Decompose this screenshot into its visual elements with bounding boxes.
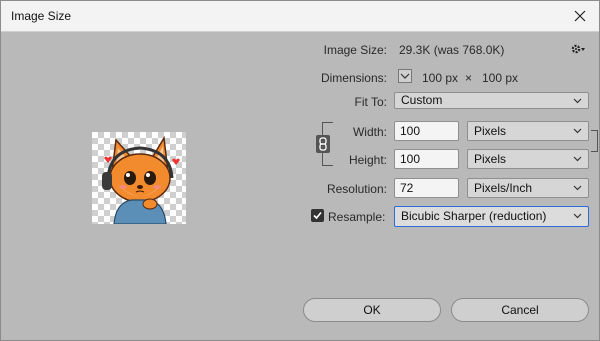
link-bracket-top [322,122,333,135]
width-input[interactable]: 100 [394,121,459,141]
gear-icon[interactable] [570,42,586,56]
fit-to-selected: Custom [401,93,443,107]
fit-to-label: Fit To: [354,95,387,109]
chevron-down-icon [573,98,582,104]
resample-method-selected: Bicubic Sharper (reduction) [401,209,547,223]
resample-method-select[interactable]: Bicubic Sharper (reduction) [394,206,589,227]
width-label: Width: [352,125,387,139]
fox-character-image [102,135,180,224]
width-unit-select[interactable]: Pixels [467,121,589,141]
dimensions-width: 100 px [422,71,459,85]
close-icon[interactable] [567,4,593,28]
resolution-label: Resolution: [326,182,387,196]
dimensions-label: Dimensions: [320,71,387,85]
chevron-down-icon [573,185,582,191]
title-bar: Image Size [1,1,599,32]
image-size-dialog: Image Size Image Size: 29.3K (was 768.0K… [0,0,600,341]
chevron-down-icon [573,156,582,162]
image-size-label: Image Size: [323,43,387,57]
resolution-unit-select[interactable]: Pixels/Inch [467,178,589,198]
unit-bracket [591,130,598,152]
resolution-unit-selected: Pixels/Inch [474,181,533,195]
resolution-input[interactable]: 72 [394,178,459,198]
chevron-down-icon [573,213,582,219]
resample-checkbox[interactable] [311,209,324,222]
dimensions-times: × [465,71,473,85]
chevron-down-icon [573,128,582,134]
height-unit-select[interactable]: Pixels [467,149,589,169]
height-input[interactable]: 100 [394,149,459,169]
checkbox-checked-icon [313,211,322,220]
dimensions-dropdown[interactable] [398,69,412,83]
ok-button[interactable]: OK [303,298,441,322]
height-unit-selected: Pixels [474,152,507,166]
link-icon[interactable] [316,135,330,153]
dimensions-height: 100 px [482,71,519,85]
link-bracket-bottom [322,153,333,166]
cancel-button[interactable]: Cancel [451,298,589,322]
image-size-value: 29.3K (was 768.0K) [399,43,505,57]
fit-to-select[interactable]: Custom [394,92,589,109]
chevron-down-icon [400,73,410,79]
width-unit-selected: Pixels [474,124,507,138]
image-preview [92,132,186,224]
height-label: Height: [348,153,387,167]
window-title: Image Size [11,9,72,23]
resample-label: Resample: [328,210,386,224]
